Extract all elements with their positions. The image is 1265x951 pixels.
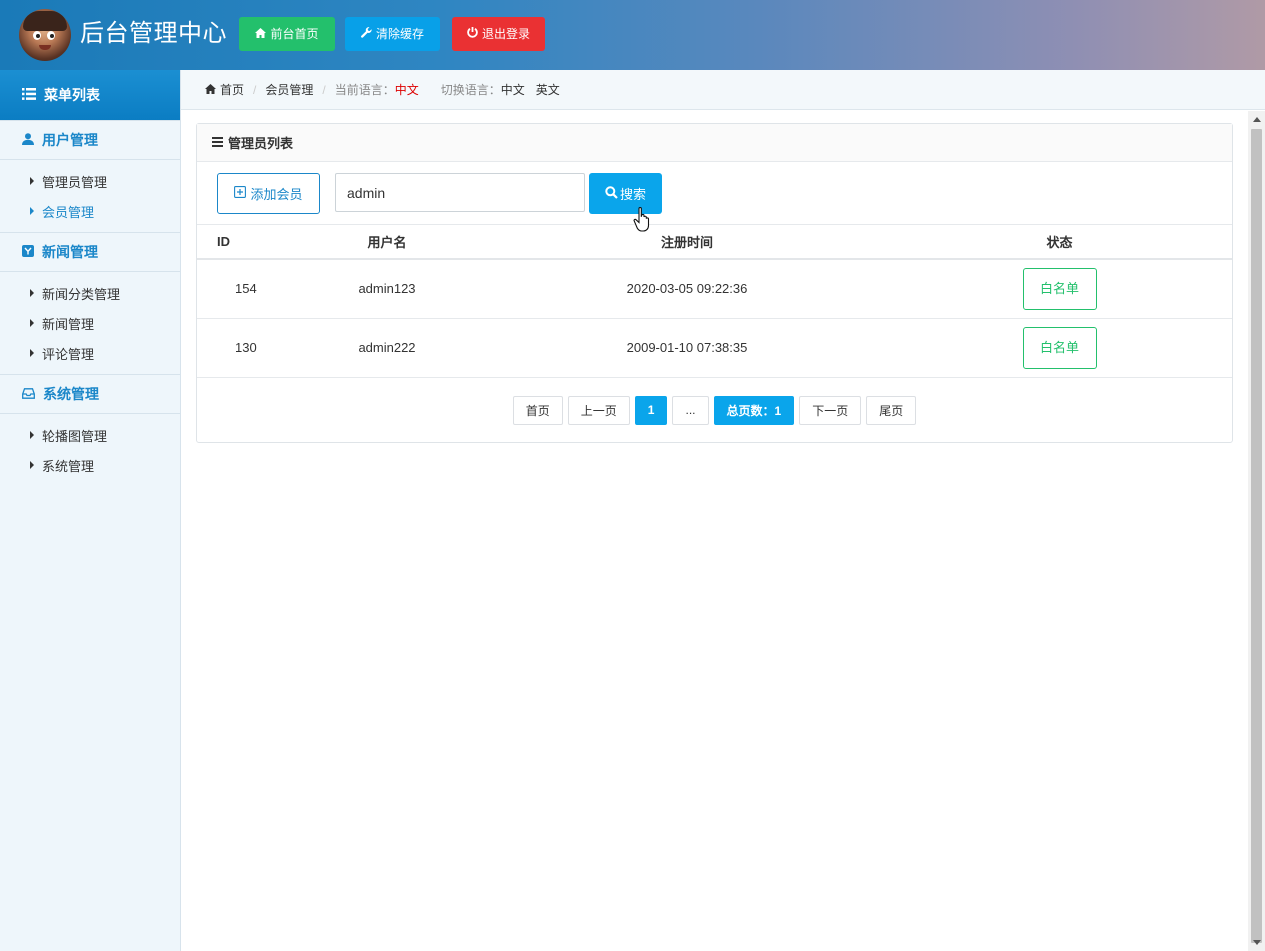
column-header-username: 用户名 [287,225,487,260]
sidebar-group-label: 新闻管理 [42,244,98,260]
sidebar-group-news[interactable]: 新闻管理 [0,232,180,272]
sidebar-item-label: 系统管理 [42,458,95,474]
sidebar-group-user[interactable]: 用户管理 [0,120,180,160]
wrench-icon [361,27,372,41]
breadcrumb-separator: / [253,82,257,97]
member-table: ID 用户名 注册时间 状态 154 admin123 2020-03-05 0… [197,225,1232,378]
toolbar: 添加会员 搜索 [197,162,1232,232]
sidebar-item-news-category[interactable]: 新闻分类管理 [0,278,180,308]
scroll-down-icon[interactable] [1253,940,1261,945]
cell-username: admin123 [287,259,487,319]
prev-page-button[interactable]: 上一页 [567,395,630,425]
menu-header: 菜单列表 [0,70,180,120]
first-page-button[interactable]: 首页 [512,395,563,425]
panel-title: 管理员列表 [228,136,294,151]
avatar [19,9,71,61]
sidebar-group-label: 用户管理 [42,132,98,148]
home-icon [255,27,267,41]
scroll-up-icon[interactable] [1253,117,1261,122]
search-icon [605,185,618,202]
logout-button[interactable]: 退出登录 [452,17,545,51]
search-input[interactable] [335,173,585,212]
column-header-time: 注册时间 [487,225,887,260]
sidebar-group-system[interactable]: 系统管理 [0,374,180,414]
sidebar-item-label: 新闻管理 [42,316,95,332]
sidebar-item-admin[interactable]: 管理员管理 [0,166,180,196]
sidebar-item-label: 会员管理 [42,204,95,220]
sidebar-item-label: 新闻分类管理 [42,286,121,302]
caret-right-icon [30,289,34,297]
cell-id: 154 [197,259,287,319]
current-language-label: 当前语言： [334,83,395,97]
scrollbar-thumb[interactable] [1251,129,1262,943]
cell-id: 130 [197,318,287,378]
breadcrumb-home[interactable]: 首页 [220,81,244,98]
menu-header-label: 菜单列表 [44,87,100,103]
cell-username: admin222 [287,318,487,378]
clear-cache-button[interactable]: 清除缓存 [345,17,440,51]
language-option-chinese[interactable]: 中文 [501,81,525,98]
switch-language-label: 切换语言： [440,83,501,97]
cell-status: 白名单 [887,318,1232,378]
power-icon [467,27,478,41]
app-title: 后台管理中心 [80,20,227,47]
whitelist-button[interactable]: 白名单 [1022,326,1097,369]
pagination: 首页 上一页 1 ... 总页数：1 下一页 尾页 [197,378,1232,425]
plus-square-icon [234,186,247,201]
frontend-home-button[interactable]: 前台首页 [239,17,335,51]
news-icon [22,244,34,260]
table-row: 154 admin123 2020-03-05 09:22:36 白名单 [197,259,1232,319]
column-header-status: 状态 [887,225,1232,260]
panel-header: 管理员列表 [197,124,1232,162]
add-member-button[interactable]: 添加会员 [217,173,320,214]
admin-list-panel: 管理员列表 添加会员 搜索 ID 用户名 注册时间 状态 [196,123,1233,443]
whitelist-button[interactable]: 白名单 [1022,267,1097,310]
sidebar-group-label: 系统管理 [43,386,99,402]
logout-label: 退出登录 [481,27,530,41]
sidebar-item-label: 管理员管理 [42,174,108,190]
sidebar-item-news[interactable]: 新闻管理 [0,308,180,338]
breadcrumb: 首页 / 会员管理 / 当前语言： 中文 切换语言： 中文 英文 [181,70,1265,110]
breadcrumb-current: 会员管理 [265,83,314,97]
sidebar: 菜单列表 用户管理 管理员管理 会员管理 新闻管理 新闻分类管理 新闻管理 评论… [0,70,181,951]
caret-right-icon [30,461,34,469]
sidebar-item-carousel[interactable]: 轮播图管理 [0,420,180,450]
cell-time: 2020-03-05 09:22:36 [487,259,887,319]
sidebar-item-system[interactable]: 系统管理 [0,450,180,480]
frontend-home-label: 前台首页 [270,27,319,41]
ellipsis-button[interactable]: ... [672,395,709,425]
table-row: 130 admin222 2009-01-10 07:38:35 白名单 [197,318,1232,378]
current-language-value: 中文 [394,83,419,97]
current-page-button[interactable]: 1 [634,395,668,425]
caret-right-icon [30,349,34,357]
next-page-button[interactable]: 下一页 [799,395,862,425]
last-page-button[interactable]: 尾页 [866,395,917,425]
top-header: 后台管理中心 前台首页 清除缓存 退出登录 [0,0,1265,70]
cell-status: 白名单 [887,259,1232,319]
caret-right-icon [30,177,34,185]
cell-time: 2009-01-10 07:38:35 [487,318,887,378]
vertical-scrollbar[interactable] [1248,111,1265,951]
column-header-id: ID [197,225,287,260]
search-button-label: 搜索 [619,187,646,202]
language-option-english[interactable]: 英文 [536,81,560,98]
hand-cursor-icon [633,207,650,232]
list-icon [22,87,36,103]
sidebar-item-member[interactable]: 会员管理 [0,196,180,226]
breadcrumb-separator: / [322,82,326,97]
caret-right-icon [30,319,34,327]
user-icon [22,132,34,148]
total-pages-badge: 总页数：1 [713,395,795,425]
caret-right-icon [30,431,34,439]
home-icon [205,83,216,97]
sidebar-item-label: 轮播图管理 [42,428,108,444]
menu-icon [212,135,223,150]
add-member-label: 添加会员 [250,187,303,202]
clear-cache-label: 清除缓存 [375,27,424,41]
sidebar-item-label: 评论管理 [42,346,95,362]
sidebar-item-comments[interactable]: 评论管理 [0,338,180,368]
inbox-icon [22,386,35,402]
table-header-row: ID 用户名 注册时间 状态 [197,225,1232,260]
caret-right-icon [30,207,34,215]
